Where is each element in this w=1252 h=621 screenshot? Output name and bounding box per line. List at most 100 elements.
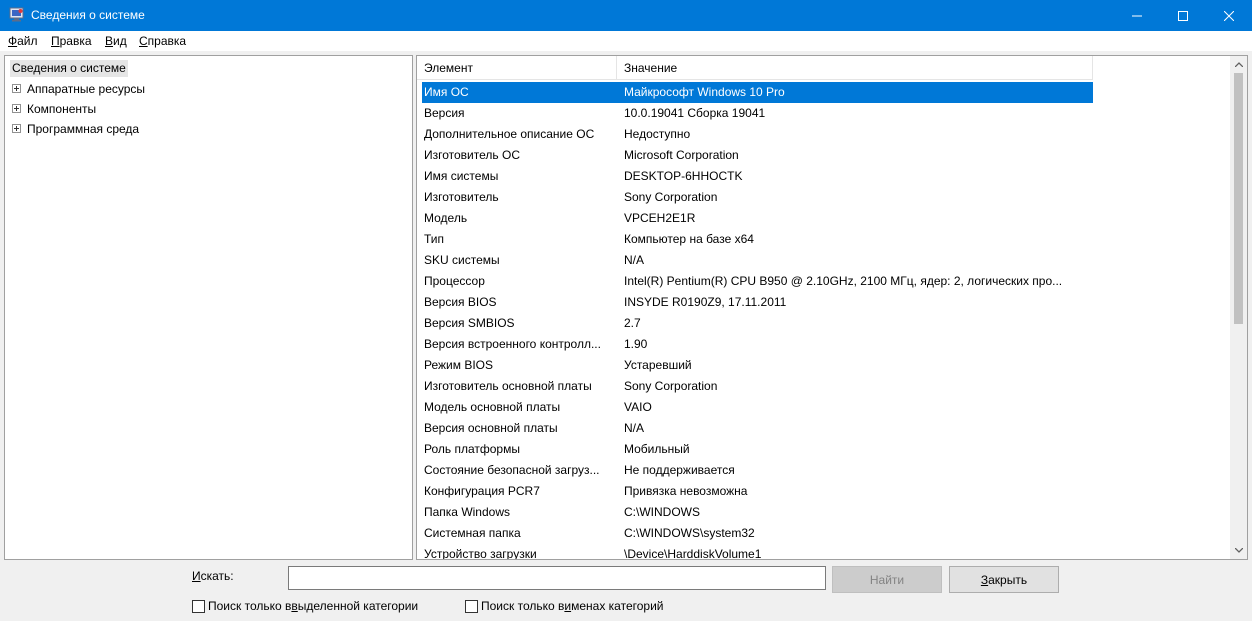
menu-view-mnemonic: В <box>105 34 114 48</box>
row-item-cell: Устройство загрузки <box>424 547 537 560</box>
row-item-cell: Конфигурация PCR7 <box>424 484 540 498</box>
table-row[interactable]: Процессор Intel(R) Pentium(R) CPU B950 @ … <box>422 271 1093 292</box>
table-row[interactable]: Тип Компьютер на базе x64 <box>422 229 1093 250</box>
row-item-cell: Системная папка <box>424 526 521 540</box>
row-item-cell: Папка Windows <box>424 505 510 519</box>
table-row[interactable]: Дополнительное описание ОС Недоступно <box>422 124 1093 145</box>
tree-item-system-summary[interactable]: Сведения о системе <box>10 60 128 77</box>
close-icon <box>1224 10 1234 21</box>
title-bar: Сведения о системе <box>0 0 1252 31</box>
column-header-value[interactable]: Значение <box>617 56 1093 80</box>
menu-help-mnemonic: С <box>139 34 148 48</box>
menu-help[interactable]: Справка <box>139 34 186 48</box>
row-value-cell: Устаревший <box>624 358 692 372</box>
table-row[interactable]: Версия основной платы N/A <box>422 418 1093 439</box>
menu-file-label: айл <box>17 34 38 48</box>
maximize-button[interactable] <box>1160 0 1206 31</box>
row-value-cell: Компьютер на базе x64 <box>624 232 754 246</box>
table-row[interactable]: Изготовитель основной платы Sony Corporat… <box>422 376 1093 397</box>
table-row[interactable]: Модель VPCEH2E1R <box>422 208 1093 229</box>
row-value-cell: Не поддерживается <box>624 463 735 477</box>
menu-view-label: ид <box>113 34 127 48</box>
scroll-down-button[interactable] <box>1230 542 1247 559</box>
window-title: Сведения о системе <box>31 8 145 22</box>
row-item-cell: Изготовитель <box>424 190 499 204</box>
maximize-icon <box>1178 10 1188 21</box>
row-value-cell: Привязка невозможна <box>624 484 748 498</box>
tree-item-label: Программная среда <box>27 121 140 136</box>
row-value-cell: N/A <box>624 253 645 267</box>
row-value-cell: Intel(R) Pentium(R) CPU B950 @ 2.10GHz, … <box>624 274 1063 288</box>
table-row[interactable]: SKU системы N/A <box>422 250 1093 271</box>
row-item-cell: Версия SMBIOS <box>424 316 515 330</box>
row-item-cell: Состояние безопасной загруз... <box>424 463 600 477</box>
scroll-thumb[interactable] <box>1234 73 1243 324</box>
checkbox-label-post: менах категорий <box>571 599 664 613</box>
row-item-cell: Версия встроенного контролл... <box>424 337 601 351</box>
row-value-cell: DESKTOP-6HHOCTK <box>624 169 743 183</box>
menu-file[interactable]: Файл <box>8 34 38 48</box>
list-rows: Имя ОС Майкрософт Windows 10 Pro Версия 10.… <box>422 82 1093 560</box>
row-item-cell: Изготовитель ОС <box>424 148 520 162</box>
minimize-icon <box>1132 15 1142 16</box>
table-row[interactable]: Имя ОС Майкрософт Windows 10 Pro <box>422 82 1093 103</box>
search-label: Искать: <box>192 569 234 583</box>
table-row[interactable]: Системная папка C:\WINDOWS\system32 <box>422 523 1093 544</box>
row-value-cell: Microsoft Corporation <box>624 148 739 162</box>
table-row[interactable]: Состояние безопасной загруз... Не поддерж… <box>422 460 1093 481</box>
row-item-cell: Роль платформы <box>424 442 520 456</box>
table-row[interactable]: Версия BIOS INSYDE R0190Z9, 17.11.2011 <box>422 292 1093 313</box>
row-value-cell: Sony Corporation <box>624 190 718 204</box>
tree-item-label: Компоненты <box>27 101 97 116</box>
scroll-up-button[interactable] <box>1230 56 1247 73</box>
table-row[interactable]: Версия SMBIOS 2.7 <box>422 313 1093 334</box>
search-label-mnemonic: И <box>192 569 201 583</box>
tree-item-software-environment[interactable]: Программная среда <box>12 120 139 137</box>
checkbox-box[interactable] <box>192 599 205 613</box>
table-row[interactable]: Модель основной платы VAIO <box>422 397 1093 418</box>
row-value-cell: INSYDE R0190Z9, 17.11.2011 <box>624 295 787 309</box>
table-row[interactable]: Роль платформы Мобильный <box>422 439 1093 460</box>
expand-plus-icon[interactable] <box>12 104 21 113</box>
tree-item-hardware-resources[interactable]: Аппаратные ресурсы <box>12 80 145 97</box>
table-row[interactable]: Конфигурация PCR7 Привязка невозможна <box>422 481 1093 502</box>
column-header-item[interactable]: Элемент <box>417 56 617 80</box>
table-row[interactable]: Папка Windows C:\WINDOWS <box>422 502 1093 523</box>
table-row[interactable]: Изготовитель Sony Corporation <box>422 187 1093 208</box>
tree-item-components[interactable]: Компоненты <box>12 100 96 117</box>
expand-plus-icon[interactable] <box>12 124 21 133</box>
table-row[interactable]: Имя системы DESKTOP-6HHOCTK <box>422 166 1093 187</box>
search-category-names-checkbox[interactable]: Поиск только в и менах категорий <box>465 598 663 614</box>
close-button[interactable]: Закрыть <box>949 566 1059 593</box>
minimize-button[interactable] <box>1114 0 1160 31</box>
table-row[interactable]: Режим BIOS Устаревший <box>422 355 1093 376</box>
checkbox-box[interactable] <box>465 599 478 613</box>
search-selected-category-checkbox[interactable]: Поиск только в в ыделенной категории <box>192 598 418 614</box>
row-value-cell: N/A <box>624 421 645 435</box>
find-button[interactable]: Найти <box>832 566 942 593</box>
menu-edit-mnemonic: П <box>51 34 60 48</box>
row-value-cell: 2.7 <box>624 316 641 330</box>
row-item-cell: SKU системы <box>424 253 500 267</box>
expand-plus-icon[interactable] <box>12 84 21 93</box>
search-input[interactable] <box>288 566 826 590</box>
row-value-cell: C:\WINDOWS\system32 <box>624 526 755 540</box>
close-button-label: акрыть <box>988 572 1028 587</box>
close-window-button[interactable] <box>1206 0 1252 31</box>
category-tree: Сведения о системе Аппаратные ресурсы Ко… <box>4 55 413 560</box>
row-value-cell: VAIO <box>624 400 652 414</box>
search-label-text: скать: <box>200 569 234 583</box>
vertical-scrollbar[interactable] <box>1230 56 1247 559</box>
checkbox-label-post: ыделенной категории <box>297 599 419 613</box>
row-item-cell: Имя системы <box>424 169 499 183</box>
table-row[interactable]: Устройство загрузки \Device\HarddiskVolum… <box>422 544 1093 560</box>
table-row[interactable]: Версия встроенного контролл... 1.90 <box>422 334 1093 355</box>
table-row[interactable]: Изготовитель ОС Microsoft Corporation <box>422 145 1093 166</box>
menu-edit-label: равка <box>59 34 92 48</box>
row-value-cell: 10.0.19041 Сборка 19041 <box>624 106 766 120</box>
menu-view[interactable]: Вид <box>105 34 127 48</box>
table-row[interactable]: Версия 10.0.19041 Сборка 19041 <box>422 103 1093 124</box>
menu-edit[interactable]: Правка <box>51 34 92 48</box>
checkbox-label-mnemonic: и <box>564 599 572 613</box>
details-list: Элемент Значение Имя ОС Майкрософт Window… <box>416 55 1248 560</box>
